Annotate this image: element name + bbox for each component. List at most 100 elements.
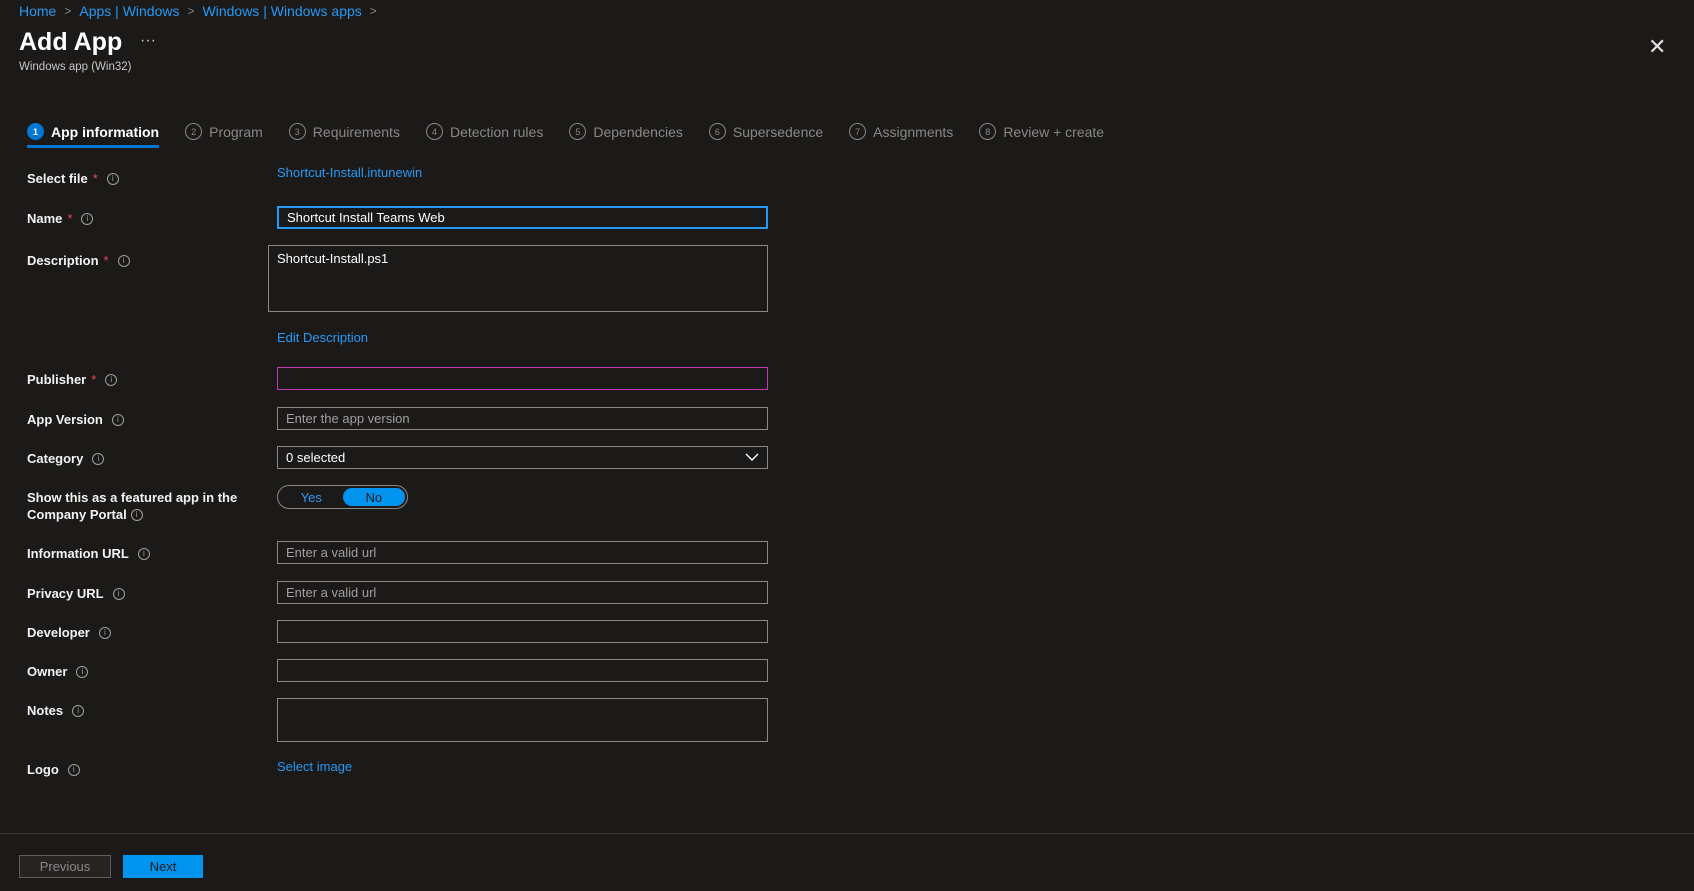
more-options-icon[interactable]: ··· — [140, 32, 156, 50]
edit-description-link[interactable]: Edit Description — [277, 330, 368, 345]
tab-review-create[interactable]: 8 Review + create — [979, 123, 1104, 148]
developer-label: Developer i — [27, 624, 111, 641]
publisher-label: Publisher * i — [27, 371, 118, 388]
tab-label: Detection rules — [449, 123, 544, 140]
step-number: 8 — [979, 123, 997, 140]
tab-app-information[interactable]: 1 App information — [27, 123, 160, 148]
required-mark: * — [91, 372, 97, 387]
breadcrumb-windows-apps[interactable]: Windows | Windows apps — [203, 3, 362, 19]
info-icon[interactable]: i — [112, 587, 125, 600]
app-version-label: App Version i — [27, 411, 124, 428]
tab-program[interactable]: 2 Program — [185, 123, 263, 148]
step-number: 1 — [27, 123, 44, 140]
publisher-input[interactable] — [277, 367, 768, 390]
placeholder: Enter the app version — [286, 411, 410, 426]
previous-button[interactable]: Previous — [19, 855, 111, 878]
label-text: Category — [27, 451, 84, 466]
tab-detection-rules[interactable]: 4 Detection rules — [425, 123, 544, 148]
label-text: Description — [27, 253, 99, 268]
notes-textarea[interactable] — [277, 698, 768, 742]
name-label: Name * i — [27, 210, 94, 227]
next-button[interactable]: Next — [123, 855, 203, 878]
label-text: Notes — [27, 703, 64, 718]
info-icon[interactable]: i — [72, 704, 85, 717]
info-icon[interactable]: i — [67, 763, 80, 776]
page-subtitle: Windows app (Win32) — [19, 61, 132, 73]
placeholder: Enter a valid url — [286, 545, 377, 560]
info-icon[interactable]: i — [106, 172, 119, 185]
step-number: 3 — [288, 123, 306, 140]
info-icon[interactable]: i — [117, 254, 130, 267]
app-version-input[interactable]: Enter the app version — [277, 407, 768, 430]
featured-toggle[interactable]: Yes No — [277, 485, 408, 509]
tab-label: App information — [51, 123, 160, 140]
step-number: 2 — [185, 123, 203, 140]
info-icon[interactable]: i — [130, 508, 143, 521]
description-textarea[interactable]: Shortcut-Install.ps1 — [268, 245, 768, 312]
tab-label: Supersedence — [732, 123, 824, 140]
info-icon[interactable]: i — [92, 452, 105, 465]
chevron-right-icon: > — [64, 4, 72, 18]
name-input[interactable]: Shortcut Install Teams Web — [277, 206, 768, 229]
label-text: Name — [27, 211, 63, 226]
label-text: Company Portal — [27, 507, 127, 522]
privacy-url-input[interactable]: Enter a valid url — [277, 581, 768, 604]
tab-supersedence[interactable]: 6 Supersedence — [708, 123, 824, 148]
label-text: App Version — [27, 412, 103, 427]
tab-assignments[interactable]: 7 Assignments — [849, 123, 953, 148]
chevron-right-icon: > — [369, 4, 377, 18]
owner-input[interactable] — [277, 659, 768, 682]
information-url-input[interactable]: Enter a valid url — [277, 541, 768, 564]
logo-label: Logo i — [27, 761, 80, 778]
info-icon[interactable]: i — [81, 212, 94, 225]
label-text: Privacy URL — [27, 586, 104, 601]
label-text: Information URL — [27, 546, 129, 561]
footer-divider — [0, 833, 1694, 834]
chevron-down-icon — [745, 453, 759, 461]
tab-dependencies[interactable]: 5 Dependencies — [569, 123, 683, 148]
close-icon[interactable]: ✕ — [1648, 34, 1666, 60]
label-text: Publisher — [27, 372, 87, 387]
select-file-label: Select file * i — [27, 170, 119, 187]
select-image-link[interactable]: Select image — [277, 759, 352, 774]
info-icon[interactable]: i — [105, 373, 118, 386]
toggle-yes[interactable]: Yes — [280, 488, 343, 506]
required-mark: * — [67, 211, 73, 226]
description-label: Description * i — [27, 252, 130, 269]
step-number: 6 — [708, 123, 726, 140]
category-dropdown[interactable]: 0 selected — [277, 446, 768, 469]
tab-label: Dependencies — [593, 123, 683, 140]
label-text: Select file — [27, 171, 88, 186]
breadcrumb-apps-windows[interactable]: Apps | Windows — [79, 3, 179, 19]
tab-requirements[interactable]: 3 Requirements — [288, 123, 400, 148]
wizard-tabs: 1 App information 2 Program 3 Requirements … — [27, 123, 1130, 148]
step-number: 5 — [569, 123, 587, 140]
selected-file-link[interactable]: Shortcut-Install.intunewin — [277, 165, 422, 180]
info-icon[interactable]: i — [76, 665, 89, 678]
dropdown-value: 0 selected — [286, 450, 346, 465]
toggle-no[interactable]: No — [342, 488, 405, 506]
step-number: 7 — [849, 123, 867, 140]
tab-label: Review + create — [1003, 123, 1105, 140]
info-icon[interactable]: i — [98, 626, 111, 639]
label-text: Logo — [27, 762, 59, 777]
privacy-url-label: Privacy URL i — [27, 585, 125, 602]
info-icon[interactable]: i — [111, 413, 124, 426]
info-icon[interactable]: i — [137, 547, 150, 560]
label-text: Owner — [27, 664, 68, 679]
required-mark: * — [103, 253, 109, 268]
label-text: Show this as a featured app in the — [27, 490, 238, 505]
breadcrumb: Home > Apps | Windows > Windows | Windows … — [19, 3, 377, 19]
required-mark: * — [92, 171, 98, 186]
breadcrumb-home[interactable]: Home — [19, 3, 56, 19]
information-url-label: Information URL i — [27, 545, 150, 562]
page-title: Add App — [19, 28, 123, 56]
tab-label: Assignments — [873, 123, 954, 140]
category-label: Category i — [27, 450, 105, 467]
featured-label: Show this as a featured app in the Compan… — [27, 489, 237, 523]
developer-input[interactable] — [277, 620, 768, 643]
placeholder: Enter a valid url — [286, 585, 377, 600]
tab-label: Requirements — [312, 123, 400, 140]
step-number: 4 — [425, 123, 443, 140]
label-text: Developer — [27, 625, 90, 640]
